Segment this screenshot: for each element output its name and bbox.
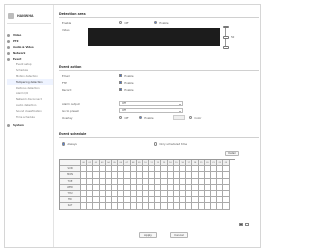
event-action-option-label: Enable: [124, 80, 134, 85]
preset-label: Go to preset: [62, 109, 79, 113]
event-action-option-label: Enable: [124, 87, 134, 92]
schedule-day-label[interactable]: SAT: [60, 203, 81, 210]
main-content: Detection area Enable Off Enable Video 5…: [59, 5, 261, 247]
always-label: Always: [67, 142, 77, 146]
settings-window: HANWHA Video PTZ Audio & Video Network Event…: [4, 4, 261, 248]
sidebar-item-label: Sound classification: [16, 109, 42, 113]
sidebar-item-label: System: [13, 124, 24, 128]
menu-icon: [7, 34, 10, 38]
overlay-color-radio[interactable]: Color: [189, 116, 201, 120]
chevron-down-icon: [178, 103, 181, 105]
event-action-checkbox[interactable]: Enable: [119, 74, 134, 78]
preset-value: Off: [122, 109, 126, 112]
schedule-day-row: SAT: [60, 203, 235, 210]
event-action-title: Event action: [59, 65, 82, 69]
schedule-grid[interactable]: 00 01 02 03 04 05 06 07 08 09 10 11 12 13 14 15 16 17 18 19…: [59, 159, 235, 210]
overlay-label: Overlay: [62, 116, 73, 120]
alarm-output-label: Alarm output: [62, 102, 80, 106]
radio-icon: [154, 142, 158, 146]
sidebar-item-label: Audio & Video: [13, 45, 34, 49]
sensitivity-value: 50: [231, 36, 235, 39]
cancel-button[interactable]: Cancel: [170, 232, 188, 238]
section-divider: [59, 70, 259, 71]
sidebar-item-label: Video: [13, 34, 22, 38]
radio-selected-icon: [62, 142, 66, 146]
overlay-color-label: Color: [194, 115, 202, 120]
radio-icon: [189, 115, 193, 120]
always-radio[interactable]: Always: [62, 142, 77, 146]
sidebar-item-label: Time schedule: [16, 115, 35, 119]
sidebar-item-label: Schedule: [16, 69, 28, 73]
sidebar-item-label: Defocus detection: [16, 86, 40, 90]
scheduled-time-label: Only scheduled time: [159, 142, 188, 146]
event-action-checkbox[interactable]: Enable: [119, 88, 134, 92]
menu-icon: [7, 40, 10, 44]
sensitivity-slider-top-handle[interactable]: [222, 25, 229, 29]
sidebar-item-label: PTZ: [13, 40, 19, 44]
logo: HANWHA: [8, 11, 33, 21]
sidebar-item-label: Network disconnect: [16, 98, 42, 102]
checkbox-checked-icon: [119, 73, 123, 78]
event-action-checkbox[interactable]: Enable: [119, 81, 134, 85]
overlay-color-swatch[interactable]: [173, 115, 185, 120]
sidebar-item-label: Motion detection: [16, 74, 38, 78]
radio-selected-icon: [154, 20, 158, 25]
sidebar-item-label: Event setup: [16, 63, 32, 67]
menu-icon: [7, 45, 10, 49]
checkbox-checked-icon: [119, 80, 123, 85]
overlay-off-radio[interactable]: Off: [119, 116, 128, 120]
radio-selected-icon: [139, 115, 143, 120]
section-divider: [59, 137, 259, 138]
alarm-output-value: Off: [122, 102, 126, 105]
menu-icon: [7, 57, 10, 61]
section-divider: [59, 17, 259, 18]
overlay-off-label: Off: [124, 115, 129, 120]
logo-divider: [7, 23, 51, 24]
overlay-enable-radio[interactable]: Enable: [139, 116, 154, 120]
menu-icon: [7, 124, 10, 128]
sidebar: HANWHA Video PTZ Audio & Video Network Event…: [5, 5, 54, 247]
enable-radio-label: Enable: [159, 20, 169, 25]
event-schedule-title: Event schedule: [59, 132, 87, 136]
sidebar-item-label: Alarm I/O: [16, 92, 29, 96]
enable-radio[interactable]: Enable: [154, 21, 169, 25]
schedule-detail-button[interactable]: Detail: [225, 151, 239, 156]
sidebar-item-label: Audio detection: [16, 103, 37, 107]
checkbox-checked-icon: [119, 87, 123, 92]
off-radio-label: Off: [124, 20, 129, 25]
schedule-legend: [239, 223, 250, 226]
logo-icon: [8, 13, 14, 19]
overlay-enable-label: Enable: [144, 115, 154, 120]
preset-select[interactable]: Off: [119, 108, 183, 113]
radio-icon: [119, 115, 123, 120]
event-action-option-label: Enable: [124, 73, 134, 78]
sensitivity-slider-bottom-handle[interactable]: [222, 46, 229, 49]
radio-icon: [119, 20, 123, 25]
sidebar-item-system[interactable]: System: [7, 123, 53, 129]
apply-button[interactable]: Apply: [139, 232, 157, 238]
chevron-down-icon: [178, 110, 181, 112]
enable-label: Enable: [62, 21, 72, 25]
video-preview[interactable]: [88, 28, 220, 46]
scheduled-time-radio[interactable]: Only scheduled time: [154, 142, 187, 146]
event-action-label: Email: [62, 74, 70, 78]
detection-area-title: Detection area: [59, 12, 86, 16]
sidebar-item-label: Event: [13, 57, 22, 61]
menu-icon: [7, 51, 10, 55]
logo-text: HANWHA: [17, 14, 34, 18]
sidebar-item-label: Network: [13, 51, 26, 55]
alarm-output-select[interactable]: Off: [119, 101, 183, 106]
sensitivity-slider-handle[interactable]: [222, 36, 229, 39]
legend-swatch-filled: [239, 223, 243, 226]
video-label: Video: [62, 28, 70, 32]
sidebar-nav: Video PTZ Audio & Video Network Event Event s…: [7, 33, 53, 129]
schedule-cell[interactable]: [223, 203, 230, 210]
event-action-label: Record: [62, 88, 72, 92]
event-action-label: FTP: [62, 81, 67, 85]
off-radio[interactable]: Off: [119, 21, 128, 25]
sidebar-item-label: Tampering detection: [16, 80, 43, 84]
legend-swatch-empty: [244, 223, 249, 226]
